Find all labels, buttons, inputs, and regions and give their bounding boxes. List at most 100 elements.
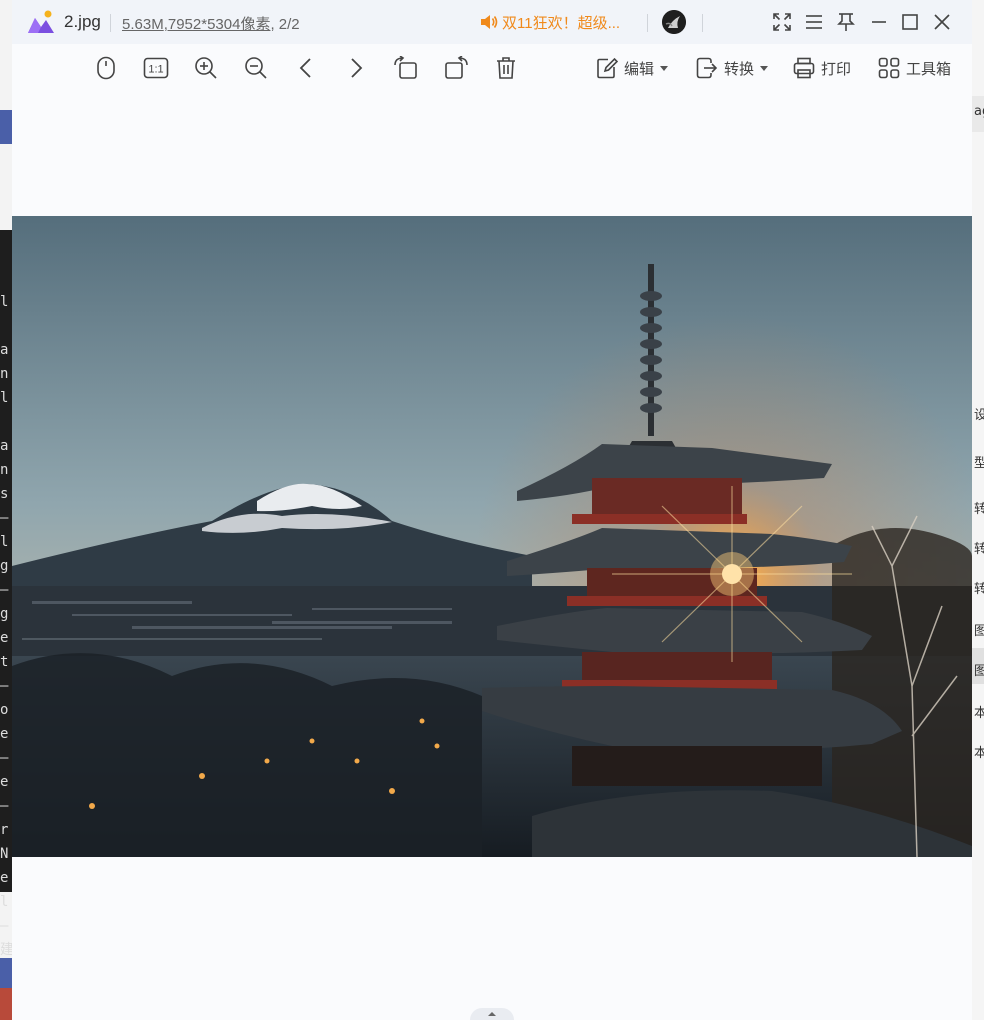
pagoda-mountain-photo [12,216,972,857]
terminal-glyph: N [0,846,9,862]
promo-banner[interactable]: 双11狂欢！超级... [480,11,620,33]
terminal-glyph: t [0,654,9,670]
user-avatar[interactable] [662,10,686,34]
divider [110,14,111,32]
convert-menu[interactable]: 转换 [696,55,769,81]
edit-label: 编辑 [624,60,655,78]
page-counter: , 2/2 [270,16,300,33]
close-icon [934,14,950,30]
background-app-right: ag 设 型 转 转 转 图 图 本 本 [972,0,984,1020]
terminal-glyph: — [0,750,9,766]
background-text: 转 [974,542,984,557]
terminal-glyph: g [0,606,9,622]
title-bar[interactable]: 2.jpg 5.63M,7952*5304像素, 2/2 双11狂欢！超级... [12,0,972,44]
convert-label: 转换 [724,60,755,78]
terminal-glyph: — [0,510,9,526]
next-image-button[interactable] [342,54,370,82]
next-icon [351,58,363,78]
prev-icon [299,58,311,78]
terminal-glyph: s [0,486,9,502]
terminal-glyph: e [0,726,9,742]
thumbnail-toggle[interactable] [470,1008,514,1020]
terminal-glyph: o [0,702,9,718]
file-size[interactable]: 5.63M [122,16,164,33]
rotate-left-button[interactable] [392,54,420,82]
background-text: 图 [974,664,984,679]
terminal-glyph [0,410,12,434]
displayed-photo[interactable] [12,216,972,857]
minimize-button[interactable] [867,10,891,34]
file-name: 2.jpg [64,12,101,31]
divider [702,14,703,32]
pin-icon [837,13,855,31]
terminal-glyph: e [0,774,9,790]
chevron-up-icon [488,1012,496,1016]
terminal-glyph: — [0,798,9,814]
terminal-glyph: — [0,582,9,598]
delete-button[interactable] [492,54,520,82]
convert-icon [696,57,718,79]
background-text: 本 [974,746,984,761]
terminal-glyph: n [0,366,9,382]
rotate-left-icon [394,56,417,79]
terminal-glyph: l [0,294,9,310]
caret-down-icon [660,65,669,71]
caret-down-icon [760,65,769,71]
background-text: 转 [974,582,984,597]
terminal-glyph: a [0,438,9,454]
print-label: 打印 [821,60,852,78]
zoom-out-icon [245,57,267,79]
toolbar: 1:1 编辑 转换 打印 工具箱 [12,44,972,92]
background-text: 转 [974,502,984,517]
terminal-glyph: r [0,822,9,838]
terminal-glyph: l [0,894,9,910]
terminal-glyph: — [0,678,9,694]
print-button[interactable]: 打印 [793,55,851,81]
delete-icon [497,57,515,79]
rotate-right-icon [445,56,468,79]
promo-text: 双11狂欢！超级... [502,14,621,32]
divider [647,14,648,32]
toolbox-label: 工具箱 [906,60,952,78]
actual-size-label: 1:1 [148,64,163,76]
terminal-glyph: l [0,390,9,406]
toolbox-button[interactable]: 工具箱 [878,55,951,81]
speaker-icon [481,15,498,29]
fullscreen-icon [773,13,791,31]
file-info: 5.63M,7952*5304像素, 2/2 [122,13,300,34]
terminal-glyph: g [0,558,9,574]
toolbox-icon [878,57,900,79]
print-icon [793,57,815,79]
previous-image-button[interactable] [292,54,320,82]
rotate-right-button[interactable] [442,54,470,82]
maximize-button[interactable] [898,10,922,34]
edit-menu[interactable]: 编辑 [596,55,669,81]
actual-size-icon: 1:1 [143,57,169,79]
image-dimensions[interactable]: ,7952*5304像素 [164,16,271,33]
pin-button[interactable] [834,10,858,34]
avatar-image [662,10,686,34]
zoom-out-button[interactable] [242,54,270,82]
menu-icon [806,15,822,29]
minimize-icon [872,21,886,23]
actual-size-button[interactable]: 1:1 [142,54,170,82]
mouse-mode-button[interactable] [92,54,120,82]
menu-button[interactable] [802,10,826,34]
close-button[interactable] [930,10,954,34]
background-text: 型 [974,456,984,471]
fullscreen-button[interactable] [770,10,794,34]
background-blue-band [0,958,12,988]
background-text: 图 [974,624,984,639]
terminal-glyph: n [0,462,9,478]
background-red-band [0,988,12,1020]
background-text: 本 [974,706,984,721]
image-viewer-window: 2.jpg 5.63M,7952*5304像素, 2/2 双11狂欢！超级... [12,0,972,1020]
zoom-in-button[interactable] [192,54,220,82]
edit-icon [597,57,618,79]
maximize-icon [902,14,918,30]
background-text: ag [974,104,984,119]
terminal-glyph: l [0,534,9,550]
background-blue-band [0,110,12,144]
background-app-left: l anl a n s — l g — g e t — o e — e — r Ne l — 建 [0,0,12,1020]
terminal-glyph: e [0,870,9,886]
